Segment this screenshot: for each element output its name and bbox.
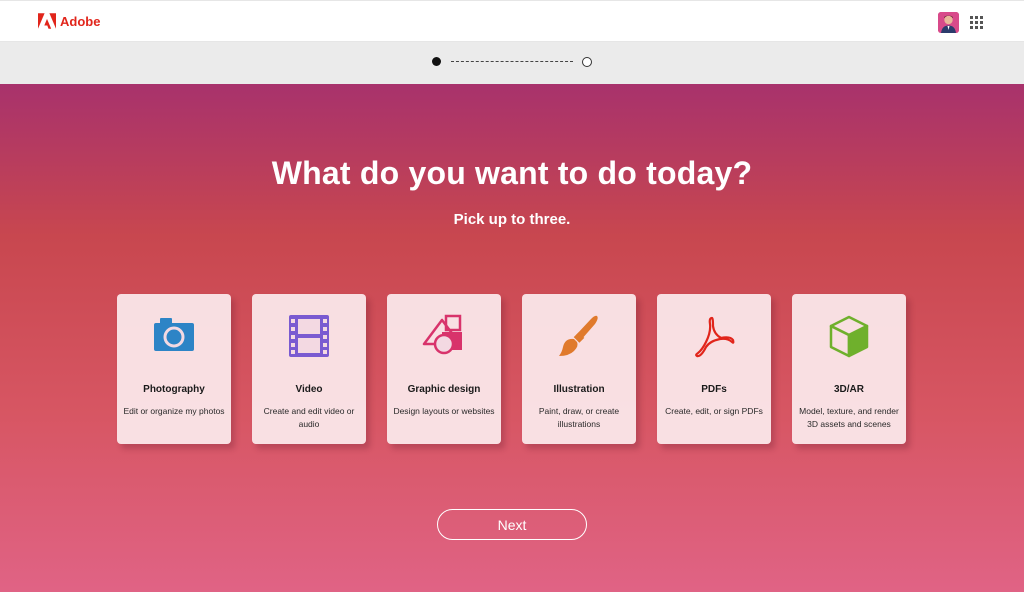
card-title: PDFs: [701, 384, 727, 395]
paintbrush-icon: [557, 314, 601, 358]
avatar-image: [938, 12, 959, 33]
card-3d-ar[interactable]: 3D/AR Model, texture, and render 3D asse…: [792, 294, 906, 444]
shapes-icon: [422, 314, 466, 358]
card-graphic-design[interactable]: Graphic design Design layouts or website…: [387, 294, 501, 444]
card-pdfs[interactable]: PDFs Create, edit, or sign PDFs: [657, 294, 771, 444]
card-title: 3D/AR: [833, 384, 864, 395]
brand-name: Adobe: [60, 13, 101, 29]
user-avatar[interactable]: [938, 12, 959, 33]
progress-stepper: [0, 42, 1024, 84]
step-1-indicator: [432, 57, 441, 66]
card-title: Video: [295, 384, 323, 395]
card-title: Illustration: [553, 384, 605, 395]
cube-icon: [827, 314, 871, 358]
card-description: Paint, draw, or create illustrations: [538, 406, 620, 429]
card-video[interactable]: Video Create and edit video or audio: [252, 294, 366, 444]
apps-grid-icon[interactable]: [970, 16, 983, 29]
page-title: What do you want to do today?: [271, 155, 753, 191]
adobe-logo-icon: [38, 13, 56, 29]
card-description: Model, texture, and render 3D assets and…: [799, 406, 899, 429]
card-title: Photography: [143, 384, 205, 395]
acrobat-icon: [692, 314, 736, 358]
card-description: Create, edit, or sign PDFs: [665, 406, 763, 416]
card-illustration[interactable]: Illustration Paint, draw, or create illu…: [522, 294, 636, 444]
adobe-logo[interactable]: Adobe: [38, 13, 100, 29]
card-description: Edit or organize my photos: [123, 406, 225, 416]
step-connector: [451, 61, 573, 62]
card-photography[interactable]: Photography Edit or organize my photos: [117, 294, 231, 444]
card-description: Create and edit video or audio: [263, 406, 355, 429]
top-bar: Adobe: [0, 0, 1024, 42]
camera-icon: [152, 314, 196, 358]
card-description: Design layouts or websites: [393, 406, 495, 416]
step-2-indicator: [582, 57, 592, 67]
film-icon: [287, 314, 331, 358]
card-title: Graphic design: [407, 384, 481, 395]
page-subtitle: Pick up to three.: [453, 211, 571, 228]
next-button[interactable]: Next: [437, 509, 587, 540]
